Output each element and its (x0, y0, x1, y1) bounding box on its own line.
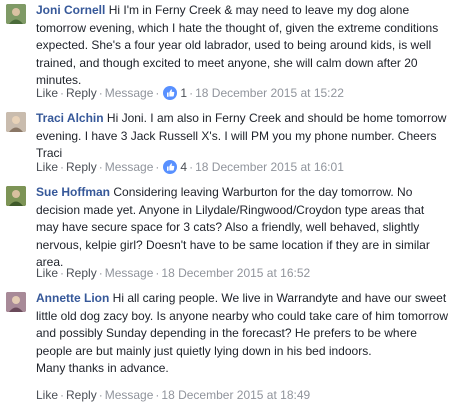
comment-author[interactable]: Joni Cornell (36, 3, 105, 17)
message-link[interactable]: Message (105, 266, 154, 280)
separator: · (155, 266, 160, 280)
comment-timestamp[interactable]: 18 December 2015 at 16:52 (161, 266, 310, 280)
avatar[interactable] (6, 292, 26, 312)
separator: · (60, 86, 65, 100)
reply-link[interactable]: Reply (66, 388, 97, 402)
separator: · (189, 86, 194, 100)
like-link[interactable]: Like (36, 160, 58, 174)
separator: · (98, 160, 103, 174)
separator: · (155, 86, 160, 100)
message-link[interactable]: Message (105, 86, 154, 100)
comment-timestamp[interactable]: 18 December 2015 at 18:49 (161, 388, 310, 402)
avatar[interactable] (6, 186, 26, 206)
like-link[interactable]: Like (36, 86, 58, 100)
comment-timestamp[interactable]: 18 December 2015 at 16:01 (195, 160, 344, 174)
separator: · (98, 266, 103, 280)
like-count-icon[interactable] (163, 160, 178, 174)
avatar[interactable] (6, 4, 26, 24)
like-count[interactable]: 4 (180, 160, 187, 174)
separator: · (60, 266, 65, 280)
avatar[interactable] (6, 112, 26, 132)
comment-actions: Like · Reply · Message · 1 · 18 December 2015 at… (36, 85, 344, 102)
comment-text: Annette Lion Hi all caring people. We li… (36, 290, 450, 378)
like-link[interactable]: Like (36, 266, 58, 280)
like-count[interactable]: 1 (180, 86, 187, 100)
reply-link[interactable]: Reply (66, 266, 97, 280)
comment-actions: Like · Reply · Message · 4 · 18 December 2015 at… (36, 159, 344, 176)
comment-actions: Like · Reply · Message · 18 December 2015 at 1… (36, 387, 310, 404)
like-count-icon[interactable] (163, 86, 178, 100)
separator: · (155, 160, 160, 174)
comment-actions: Like · Reply · Message · 18 December 2015 at 1… (36, 265, 310, 282)
comment-text: Traci Alchin Hi Joni. I am also in Ferny… (36, 110, 450, 163)
like-link[interactable]: Like (36, 388, 58, 402)
comment-timestamp[interactable]: 18 December 2015 at 15:22 (195, 86, 344, 100)
separator: · (189, 160, 194, 174)
separator: · (60, 160, 65, 174)
message-link[interactable]: Message (105, 388, 154, 402)
comment-author[interactable]: Traci Alchin (36, 111, 104, 125)
comment-text: Sue Hoffman Considering leaving Warburto… (36, 184, 450, 272)
message-link[interactable]: Message (105, 160, 154, 174)
separator: · (98, 388, 103, 402)
reply-link[interactable]: Reply (66, 86, 97, 100)
separator: · (98, 86, 103, 100)
reply-link[interactable]: Reply (66, 160, 97, 174)
comment-author[interactable]: Annette Lion (36, 291, 109, 305)
separator: · (60, 388, 65, 402)
comment-author[interactable]: Sue Hoffman (36, 185, 110, 199)
separator: · (155, 388, 160, 402)
comment-text: Joni Cornell Hi I'm in Ferny Creek & may… (36, 2, 450, 90)
